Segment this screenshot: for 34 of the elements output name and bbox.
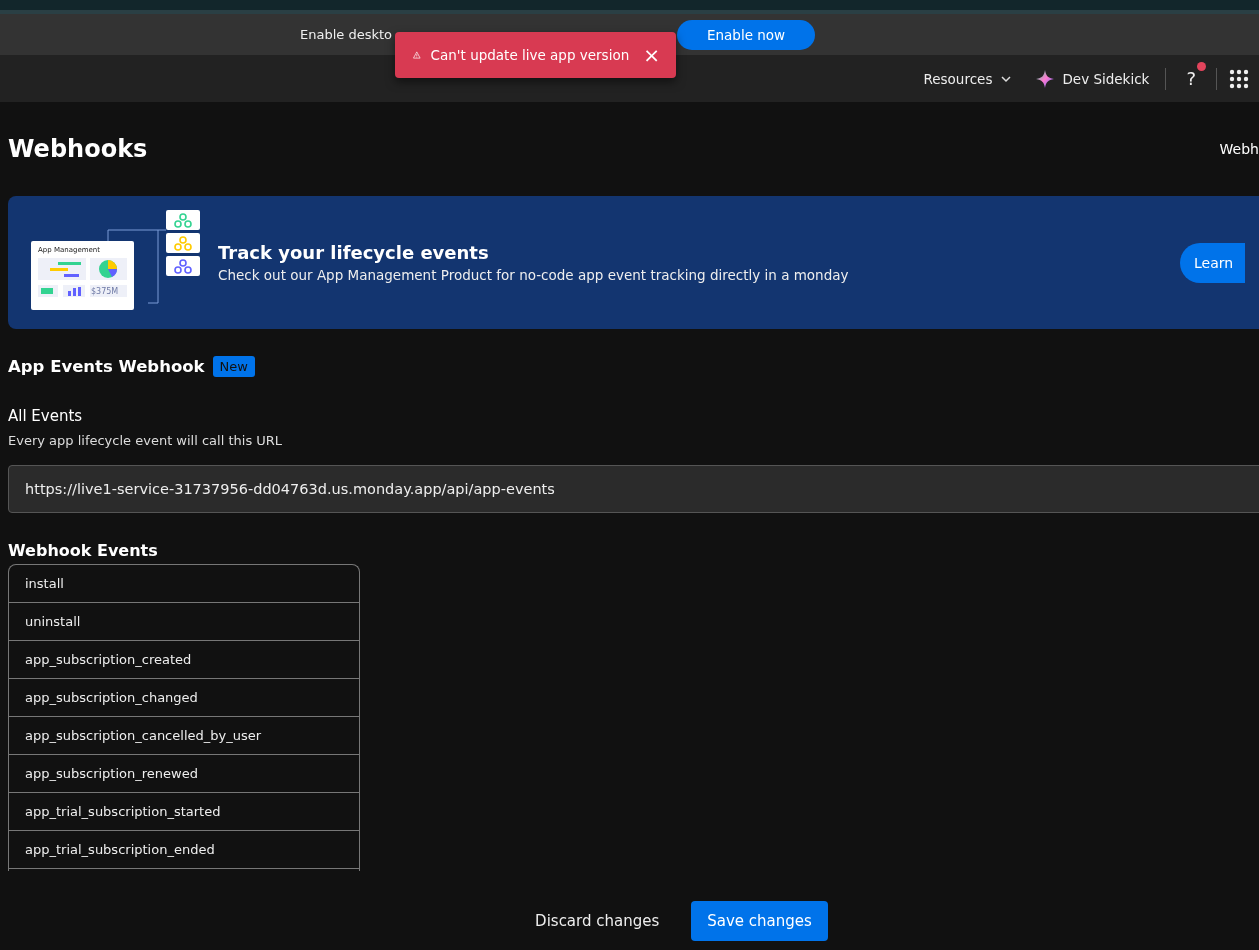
toast-message: Can't update live app version [430,47,630,63]
webhook-icon [166,209,200,230]
enable-now-button[interactable]: Enable now [677,19,816,50]
save-button[interactable]: Save changes [691,901,828,941]
banner-text: Check out our App Management Product for no-code app event tracking directly in a monday [218,267,850,283]
event-item[interactable]: app_trial_subscription_started [9,793,359,831]
event-item[interactable]: app_trial_subscription_ended [9,831,359,869]
section-title: Webhook Events [8,541,159,560]
apps-grid-icon[interactable] [1229,68,1249,89]
learn-button[interactable]: Learn [1180,242,1246,283]
event-item[interactable]: app_subscription_changed [9,679,359,717]
amount-text: $375M [91,286,119,296]
close-button[interactable]: × [639,43,664,67]
webhook-icon [166,232,200,253]
url-field[interactable]: https://live1-service-31737956-dd04763d.us.monday.app/api/app-events [8,465,1259,513]
sparkle-icon [1036,69,1055,88]
webhook-icon [166,255,200,276]
dev-sidekick-button[interactable]: Dev Sidekick [1028,65,1158,92]
event-item[interactable]: app_subscription_created [9,641,359,679]
field-label: All Events [8,407,84,425]
header-link[interactable]: Webh [1219,141,1259,157]
event-item[interactable]: app_subscription_cancelled_by_user [9,717,359,755]
discard-button[interactable]: Discard changes [519,902,676,940]
event-item[interactable]: install [9,565,359,603]
notification-text: Enable deskto [300,27,392,42]
section-title: App Events Webhook [8,357,205,376]
resources-menu[interactable]: Resources [915,66,1021,91]
page-title: Webhooks [8,135,148,163]
banner-title: Track your lifecycle events [218,242,490,263]
help-button[interactable]: ? [1174,64,1208,93]
event-item[interactable]: app_subscription_renewed [9,755,359,793]
event-item[interactable]: uninstall [9,603,359,641]
new-badge: New [212,356,255,377]
field-description: Every app lifecycle event will call this URL [8,433,284,448]
